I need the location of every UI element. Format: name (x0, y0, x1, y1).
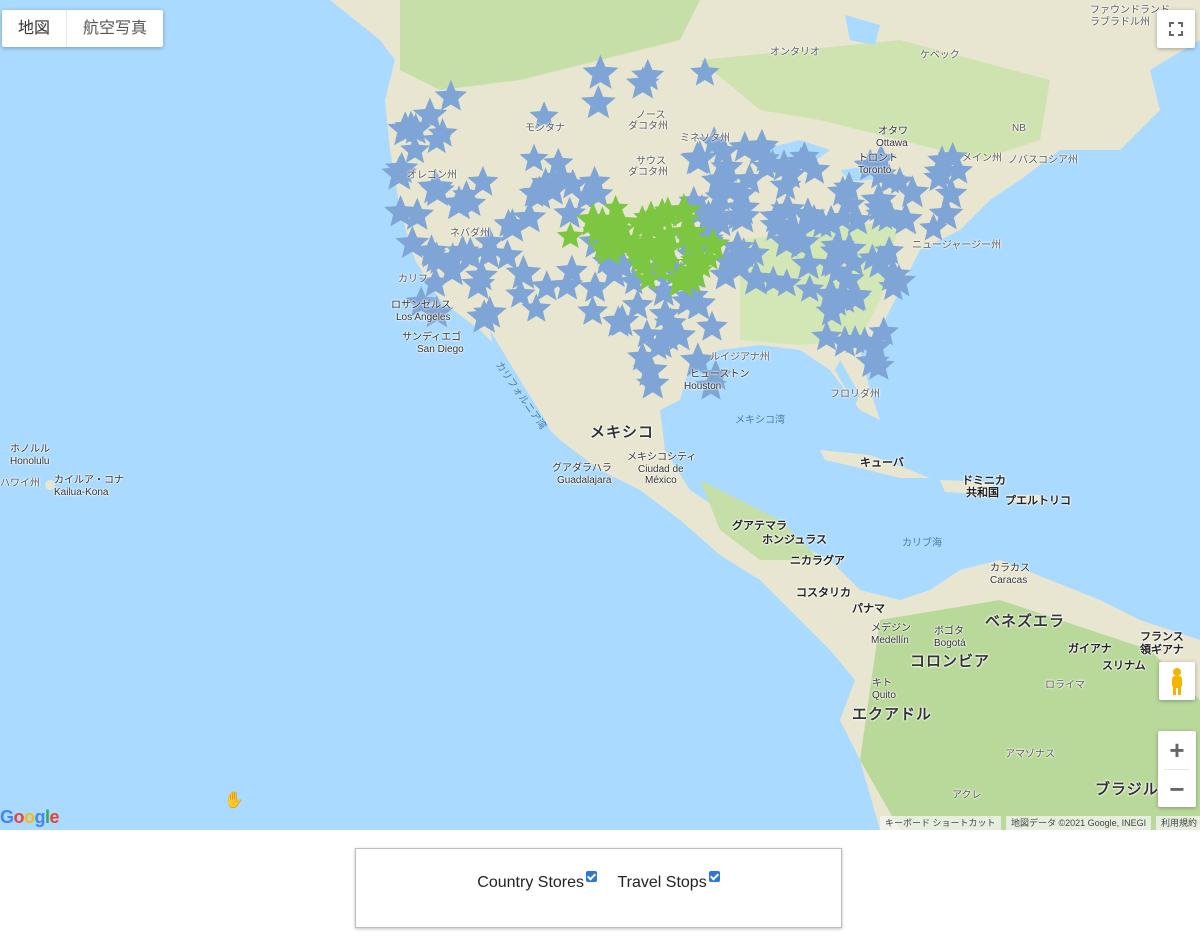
label-ecuador: エクアドル (852, 706, 933, 723)
label-oregon: オレゴン州 (407, 170, 457, 181)
label-french-guiana: フランス (1140, 631, 1184, 643)
google-logo-letter: o (24, 807, 35, 827)
label-ottawa-ja: オタワ (878, 126, 908, 137)
label-mexico-city-ja: メキシコシティ (627, 452, 697, 463)
map-type-map-button[interactable]: 地図 (2, 10, 66, 47)
map-canvas[interactable]: メキシコ メキシコシティ Ciudad de México グアダラハラ Gua… (0, 0, 1200, 830)
label-mexico-city-es2: México (645, 475, 677, 486)
label-nicaragua: ニカラグア (790, 555, 845, 567)
label-florida: フロリダ州 (830, 389, 880, 400)
label-bogota: Bogotá (934, 638, 966, 649)
zoom-in-button[interactable]: + (1158, 731, 1196, 769)
label-guadalajara: Guadalajara (557, 475, 612, 486)
label-caracas-ja: カラカス (990, 563, 1030, 574)
label-puerto-rico: プエルトリコ (1005, 495, 1071, 507)
label-north-dakota2: ダコタ州 (628, 121, 668, 132)
label-maine: メイン州 (962, 153, 1002, 164)
label-suriname: スリナム (1102, 660, 1146, 672)
zoom-out-button[interactable]: − (1158, 770, 1196, 808)
google-logo-letter: G (0, 807, 14, 827)
label-san-diego-ja: サンディエゴ (402, 332, 462, 343)
pegman-icon (1172, 668, 1182, 695)
label-dominican2: 共和国 (966, 487, 999, 499)
label-new-jersey: ニュージャージー州 (912, 240, 1002, 251)
label-toronto-ja: トロント (858, 153, 898, 164)
fullscreen-icon (1169, 22, 1183, 36)
label-montana: モンタナ (525, 123, 565, 134)
label-louisiana: ルイジアナ州 (710, 352, 770, 363)
label-ns: ノバスコシア州 (1008, 155, 1078, 166)
label-houston: Houston (684, 381, 722, 392)
label-quito-ja: キト (872, 678, 892, 689)
label-guatemala: グアテマラ (732, 520, 787, 532)
zoom-control: + − (1158, 731, 1196, 807)
label-kailua: Kailua-Kona (54, 487, 109, 498)
label-panama: パナマ (852, 603, 885, 615)
keyboard-shortcuts-link[interactable]: キーボード ショートカット (880, 816, 1001, 830)
label-cuba: キューバ (860, 457, 904, 469)
label-amazonas: アマゾナス (1005, 749, 1055, 760)
label-acre: アクレ (952, 790, 982, 801)
label-labrador: ラブラドル州 (1090, 17, 1150, 28)
label-venezuela: ベネズエラ (985, 613, 1066, 630)
label-quito: Quito (872, 690, 896, 701)
label-caracas: Caracas (990, 575, 1028, 586)
label-kailua-ja: カイルア・コナ (54, 475, 124, 486)
google-logo: Google (0, 807, 60, 828)
label-mexico: メキシコ (590, 424, 655, 441)
marker-filter-panel: Country Stores Travel Stops (355, 848, 842, 928)
label-gulf: メキシコ湾 (735, 415, 785, 426)
label-ottawa: Ottawa (876, 138, 908, 149)
label-costa-rica: コスタリカ (796, 587, 851, 599)
country-stores-filter[interactable]: Country Stores (477, 871, 601, 891)
label-quebec: ケベック (920, 50, 960, 61)
google-logo-letter: o (13, 807, 25, 827)
label-guyana: ガイアナ (1068, 643, 1112, 655)
label-los-angeles: Los Angeles (396, 312, 451, 323)
label-hawaii: ハワイ州 (0, 478, 40, 489)
travel-stops-label: Travel Stops (617, 874, 707, 891)
google-logo-letter: e (49, 807, 60, 827)
travel-stops-checkbox[interactable] (708, 871, 720, 882)
label-south-dakota2: ダコタ州 (628, 167, 668, 178)
label-colombia: コロンビア (910, 653, 991, 670)
hand-cursor-icon: ✋ (224, 792, 244, 809)
fullscreen-button[interactable] (1157, 10, 1195, 48)
label-guadalajara-ja: グアダラハラ (552, 463, 612, 474)
label-dominican: ドミニカ (962, 475, 1006, 487)
label-toronto: Toronto (858, 165, 892, 176)
terms-link[interactable]: 利用規約 (1156, 816, 1200, 830)
label-south-dakota: サウス (636, 156, 666, 167)
label-los-angeles-ja: ロサンゼルス (391, 300, 451, 311)
label-honduras: ホンジュラス (762, 534, 828, 546)
label-roraima: ロライマ (1045, 680, 1085, 691)
label-nb: NB (1012, 123, 1026, 134)
label-houston-ja: ヒューストン (690, 369, 750, 380)
label-north-dakota: ノース (636, 110, 666, 121)
label-san-diego: San Diego (417, 344, 464, 355)
label-mexico-city-es: Ciudad de (638, 464, 684, 475)
filter-row: Country Stores Travel Stops (356, 871, 841, 892)
map-data-attribution: 地図データ ©2021 Google, INEGI (1006, 816, 1152, 830)
label-ontario: オンタリオ (770, 47, 820, 58)
map-type-control: 地図 航空写真 (2, 10, 164, 47)
label-honolulu: Honolulu (10, 456, 50, 467)
country-stores-label: Country Stores (477, 874, 585, 891)
label-caribbean: カリブ海 (902, 538, 942, 549)
label-brazil: ブラジル (1095, 781, 1159, 798)
map-type-satellite-button[interactable]: 航空写真 (66, 10, 163, 47)
label-medellin: Medellín (871, 635, 909, 646)
label-minnesota: ミネソタ州 (680, 133, 730, 144)
travel-stops-filter[interactable]: Travel Stops (617, 871, 720, 891)
label-honolulu-ja: ホノルル (10, 444, 50, 455)
label-california: カリフ (398, 274, 428, 285)
google-logo-letter: g (34, 807, 46, 827)
label-nevada: ネバダ州 (450, 228, 490, 239)
label-french-guiana2: 領ギアナ (1140, 644, 1184, 656)
label-medellin-ja: メデジン (871, 623, 911, 634)
label-bogota-ja: ボゴタ (934, 626, 964, 637)
street-view-pegman-button[interactable] (1159, 662, 1195, 700)
country-stores-checkbox[interactable] (586, 871, 598, 882)
